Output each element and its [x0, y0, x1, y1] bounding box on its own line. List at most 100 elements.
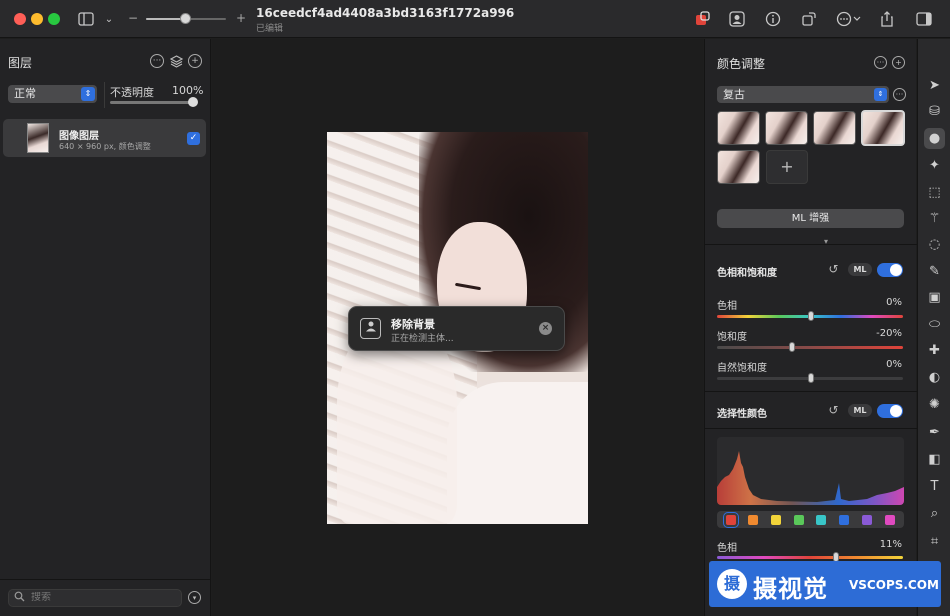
zoom-slider-knob[interactable]	[180, 13, 191, 24]
saturation-slider[interactable]	[717, 346, 903, 349]
layer-visibility-checkbox[interactable]: ✓	[187, 132, 200, 145]
toast-title: 移除背景	[391, 318, 435, 331]
vibrance-slider-knob[interactable]	[808, 373, 814, 383]
ml-badge[interactable]: ML	[848, 263, 872, 276]
minimize-window-button[interactable]	[31, 13, 43, 25]
vibrance-label: 自然饱和度	[717, 363, 767, 374]
document-title: 16ceedcf4ad4408a3bd3163f1772a996	[256, 6, 515, 20]
brush-icon[interactable]: ✎	[924, 261, 945, 282]
layers-panel: 图层 ··· + 正常 ⇕ 不透明度 100% 图像图层 640 × 960 p…	[0, 39, 211, 616]
layer-search[interactable]	[8, 589, 182, 607]
info-icon[interactable]	[762, 8, 784, 30]
close-window-button[interactable]	[14, 13, 26, 25]
chevron-down-icon[interactable]: ⌄	[98, 8, 120, 30]
person-icon	[360, 318, 381, 339]
image-canvas[interactable]: 移除背景 正在检测主体... ×	[212, 39, 703, 616]
add-adjustment-icon[interactable]: +	[892, 56, 905, 69]
saturation-label: 饱和度	[717, 332, 747, 343]
blend-mode-select[interactable]: 正常 ⇕	[8, 85, 97, 103]
lasso-icon[interactable]: ◌	[924, 234, 945, 255]
swatch-cyan[interactable]	[816, 515, 826, 525]
arrow-pointer-icon[interactable]: ➤	[924, 75, 945, 96]
eraser-icon[interactable]: ⬭	[924, 314, 945, 335]
preset-thumbnail-selected[interactable]	[861, 110, 905, 146]
search-input[interactable]	[31, 592, 171, 603]
color-swap-icon[interactable]	[692, 8, 714, 30]
ml-badge[interactable]: ML	[848, 404, 872, 417]
preset-thumbnail[interactable]	[717, 111, 760, 145]
filter-icon[interactable]: ▾	[188, 591, 201, 604]
more-menu-icon[interactable]	[834, 8, 864, 30]
sidebar-toggle-icon[interactable]	[75, 8, 97, 30]
preset-thumbnail[interactable]	[765, 111, 808, 145]
saturation-value: -20%	[876, 328, 902, 339]
more-icon[interactable]: ···	[874, 56, 887, 69]
selective-hue-slider[interactable]	[717, 556, 903, 559]
swatch-red[interactable]	[723, 512, 739, 528]
color-histogram	[717, 437, 904, 505]
adjustments-panel: 颜色调整 ··· + 复古 ⇕ ··· + ML 增强 ▾ 色相和饱和度 ↺ M…	[704, 39, 917, 616]
inspector-toggle-icon[interactable]	[913, 8, 935, 30]
selective-color-toggle[interactable]	[877, 404, 903, 418]
watermark-text: 摄视觉	[753, 575, 828, 603]
layer-row[interactable]: 图像图层 640 × 960 px, 颜色调整 ✓	[3, 119, 206, 157]
selective-color-title: 选择性颜色	[717, 409, 767, 420]
zoom-out-button[interactable]: −	[128, 11, 138, 25]
add-preset-button[interactable]: +	[766, 150, 808, 184]
rotate-icon[interactable]	[798, 8, 820, 30]
divider	[705, 428, 917, 429]
collapse-handle-icon[interactable]: ▾	[824, 237, 828, 246]
more-icon[interactable]: ···	[150, 54, 164, 68]
chevron-updown-icon: ⇕	[874, 88, 887, 101]
preset-thumbnail[interactable]	[813, 111, 856, 145]
saturation-slider-knob[interactable]	[789, 342, 795, 352]
hue-value: 0%	[886, 297, 902, 308]
pen-icon[interactable]: ✒	[924, 422, 945, 443]
adjustments-title: 颜色调整	[717, 57, 766, 71]
preset-more-icon[interactable]: ···	[893, 88, 906, 101]
swatch-orange[interactable]	[748, 515, 758, 525]
toast-status: 正在检测主体...	[391, 334, 454, 344]
text-icon[interactable]: T	[924, 476, 945, 497]
shapes-icon[interactable]: ◧	[924, 449, 945, 470]
close-icon[interactable]: ×	[539, 322, 552, 335]
hue-saturation-toggle[interactable]	[877, 263, 903, 277]
bandage-icon[interactable]: ✚	[924, 340, 945, 361]
zoom-icon[interactable]: ⌕	[924, 503, 945, 524]
swatch-blue[interactable]	[839, 515, 849, 525]
reset-icon[interactable]: ↺	[827, 263, 840, 276]
fill-icon[interactable]: ▣	[924, 287, 945, 308]
preset-thumbnail[interactable]	[717, 150, 760, 184]
clone-icon[interactable]: ◐	[924, 367, 945, 388]
share-icon[interactable]	[876, 8, 898, 30]
blur-icon[interactable]: ✺	[924, 394, 945, 415]
add-layer-icon[interactable]: +	[188, 54, 202, 68]
chevron-updown-icon: ⇕	[81, 87, 95, 101]
tools-strip: ➤ ⛁ ● ✦ ⬚ ⚚ ◌ ✎ ▣ ⬭ ✚ ◐ ✺ ✒ ◧ T ⌕ ⌗	[917, 39, 950, 616]
hue-slider-knob[interactable]	[808, 311, 814, 321]
paint-bucket-icon[interactable]: ⛁	[924, 101, 945, 122]
swatch-green[interactable]	[794, 515, 804, 525]
layer-thumbnail	[27, 123, 49, 153]
layer-info: 640 × 960 px, 颜色调整	[59, 142, 151, 151]
layers-stack-icon[interactable]	[169, 54, 183, 68]
reset-icon[interactable]: ↺	[827, 404, 840, 417]
zoom-window-button[interactable]	[48, 13, 60, 25]
layers-panel-title: 图层	[8, 56, 33, 70]
preset-select[interactable]: 复古 ⇕	[717, 86, 889, 103]
opacity-slider[interactable]	[110, 101, 196, 104]
person-icon[interactable]	[726, 8, 748, 30]
watermark: 摄 摄视觉 VSCOPS.COM	[709, 561, 941, 607]
color-adjust-icon[interactable]: ●	[924, 128, 945, 149]
crop-icon[interactable]: ⌗	[924, 531, 945, 552]
zoom-in-button[interactable]: +	[236, 11, 246, 25]
blend-mode-value: 正常	[14, 87, 36, 100]
magic-wand-icon[interactable]: ⚚	[924, 208, 945, 229]
sparkle-icon[interactable]: ✦	[924, 155, 945, 176]
opacity-slider-knob[interactable]	[188, 97, 198, 107]
swatch-magenta[interactable]	[885, 515, 895, 525]
rect-select-icon[interactable]: ⬚	[924, 182, 945, 203]
ml-enhance-button[interactable]: ML 增强	[717, 209, 904, 228]
swatch-purple[interactable]	[862, 515, 872, 525]
swatch-yellow[interactable]	[771, 515, 781, 525]
